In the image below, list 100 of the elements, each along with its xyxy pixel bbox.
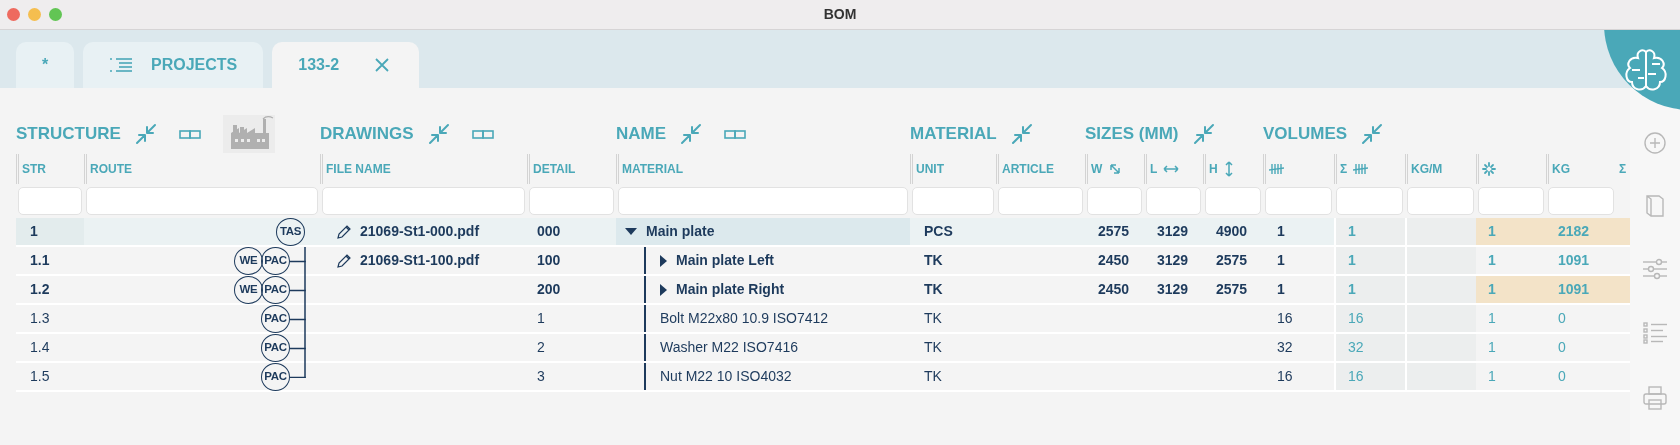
table-cell: TK [910, 363, 996, 392]
horizontal-arrow-icon [1163, 164, 1180, 174]
columns-icon[interactable] [724, 129, 747, 139]
table-cell: 1 [1334, 247, 1405, 276]
tab[interactable]: * [16, 42, 74, 88]
column-header[interactable]: ARTICLE [1002, 160, 1054, 178]
filter-field[interactable] [998, 187, 1083, 215]
table-cell: 2182 [1546, 218, 1616, 247]
column-header[interactable]: ROUTE [90, 160, 132, 178]
column-header[interactable]: MATERIAL [622, 160, 684, 178]
column-header[interactable]: Σ [1340, 160, 1348, 178]
filter-field[interactable] [1336, 187, 1403, 215]
window-title: BOM [823, 5, 857, 24]
tree-connector [290, 247, 306, 276]
filter-field[interactable] [529, 187, 614, 215]
filter-field[interactable] [1478, 187, 1544, 215]
table-cell [1405, 276, 1476, 305]
column-header[interactable]: L [1150, 160, 1158, 178]
tally-icon [1353, 163, 1369, 175]
filter-field[interactable] [1407, 187, 1474, 215]
table-cell [1405, 247, 1476, 276]
filter-field[interactable] [1146, 187, 1201, 215]
printer-icon[interactable] [1643, 386, 1667, 410]
table-cell [1405, 218, 1476, 247]
table-cell: 1 [1263, 218, 1334, 247]
table-cell: 000 [527, 218, 616, 247]
column-header[interactable]: KG [1552, 160, 1570, 178]
table-cell: 1.3 [16, 305, 84, 334]
item-name: Main plate Right [676, 280, 785, 299]
close-icon[interactable] [375, 58, 390, 72]
table-cell: 1 [1476, 363, 1546, 392]
factory-icon[interactable] [222, 115, 275, 153]
column-header[interactable]: STR [22, 160, 46, 178]
diagonal-arrow-icon [1108, 162, 1123, 176]
spinner-icon [1482, 162, 1496, 176]
filter-field[interactable] [1205, 187, 1261, 215]
item-name: Bolt M22x80 10.9 ISO7412 [660, 309, 829, 328]
tab[interactable]: PROJECTS [83, 42, 264, 88]
column-header[interactable]: FILE NAME [326, 160, 391, 178]
shrink-icon[interactable] [1361, 123, 1384, 145]
table-cell: 200 [527, 276, 616, 305]
window-control[interactable] [28, 8, 41, 21]
table-cell: 1.4 [16, 334, 84, 363]
group-title: SIZES (MM) [1085, 123, 1179, 146]
shrink-icon[interactable] [134, 123, 157, 145]
table-cell: TK [910, 334, 996, 363]
column-header[interactable]: H [1209, 160, 1218, 178]
table-cell: 3 [527, 363, 616, 392]
document-icon[interactable] [1645, 194, 1665, 218]
table-cell: 1 [1476, 218, 1546, 247]
table-cell: 1 [1476, 305, 1546, 334]
caret-icon[interactable] [658, 282, 668, 297]
file-name[interactable]: 21069-St1-100.pdf [360, 250, 480, 271]
shrink-icon[interactable] [1192, 123, 1215, 145]
item-name: Nut M22 10 ISO4032 [660, 367, 792, 386]
table-cell: 0 [1546, 334, 1616, 363]
column-header[interactable]: Σ [1619, 160, 1627, 178]
columns-icon[interactable] [471, 129, 494, 139]
table-cell: 1.5 [16, 363, 84, 392]
table-cell: 1 [527, 305, 616, 334]
table-cell: TK [910, 247, 996, 276]
pencil-icon[interactable] [336, 252, 352, 269]
filter-field[interactable] [322, 187, 525, 215]
table-cell: 32 [1334, 334, 1405, 363]
item-name: Washer M22 ISO7416 [660, 338, 798, 357]
window-control[interactable] [7, 8, 20, 21]
pencil-icon[interactable] [336, 223, 352, 240]
columns-icon[interactable] [178, 129, 201, 139]
sliders-icon[interactable] [1643, 258, 1667, 280]
shrink-icon[interactable] [427, 123, 450, 145]
window-control[interactable] [49, 8, 62, 21]
table-cell: TK [910, 305, 996, 334]
tab[interactable]: 133-2 [272, 42, 420, 88]
table-cell: 2575 [1203, 276, 1263, 305]
column-header[interactable]: W [1091, 160, 1103, 178]
table-cell: 3129 [1144, 276, 1203, 305]
filter-field[interactable] [1087, 187, 1142, 215]
filter-field[interactable] [1548, 187, 1614, 215]
filter-field[interactable] [912, 187, 994, 215]
shrink-icon[interactable] [680, 123, 703, 145]
group-title: STRUCTURE [16, 123, 121, 146]
shrink-icon[interactable] [1010, 123, 1033, 145]
caret-icon[interactable] [658, 253, 668, 268]
column-header[interactable]: DETAIL [533, 160, 576, 178]
filter-field[interactable] [18, 187, 82, 215]
column-header[interactable]: KG/M [1411, 160, 1443, 178]
list-icon[interactable] [1643, 322, 1667, 344]
filter-field[interactable] [86, 187, 318, 215]
filter-field[interactable] [618, 187, 908, 215]
column-header[interactable]: UNIT [916, 160, 944, 178]
group-title: DRAWINGS [320, 123, 414, 146]
list-icon [109, 57, 133, 73]
filter-field[interactable] [1265, 187, 1332, 215]
table-cell: 16 [1334, 305, 1405, 334]
table-cell: 1 [16, 218, 84, 247]
add-icon[interactable] [1644, 132, 1666, 154]
table-cell: 1 [1476, 334, 1546, 363]
tally-icon [1269, 163, 1284, 175]
table-cell: 1 [1476, 276, 1546, 305]
table-cell: 2450 [1085, 247, 1144, 276]
